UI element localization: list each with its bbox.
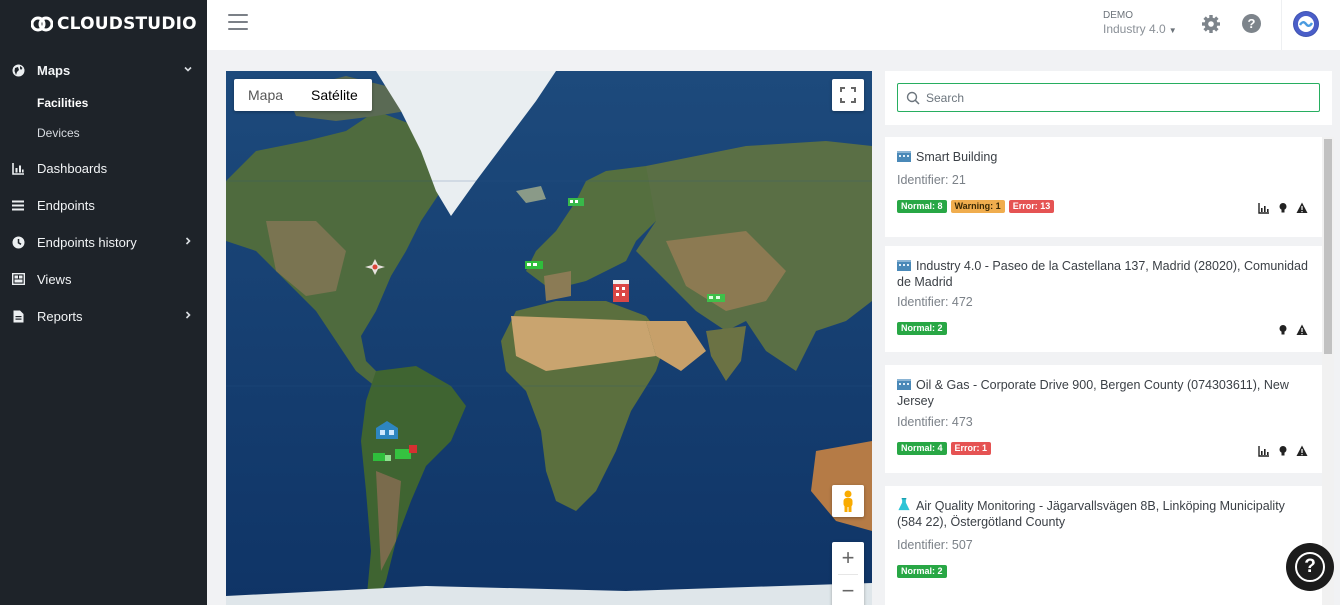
facility-identifier: Identifier: 472 — [897, 295, 973, 309]
pegman-icon — [843, 490, 853, 512]
map-view[interactable]: Mapa Satélite + − — [226, 71, 872, 605]
sidebar-item-maps[interactable]: Maps — [0, 52, 207, 88]
support-help-button[interactable]: ? — [1286, 543, 1334, 591]
gear-icon[interactable] — [1201, 14, 1221, 34]
satellite-map-image — [226, 71, 872, 605]
search-placeholder: Search — [926, 90, 965, 105]
facility-marker-south-america-lab[interactable] — [376, 421, 398, 439]
flask-icon — [898, 498, 910, 511]
org-label: DEMO — [1103, 10, 1133, 21]
zoom-control: + − — [832, 542, 864, 605]
sidebar-item-endpoints[interactable]: Endpoints — [0, 187, 207, 223]
facility-title: Smart Building — [916, 150, 998, 164]
status-badge-normal: Normal: 2 — [897, 565, 947, 578]
facility-title: Air Quality Monitoring - Jägarvallsvägen… — [897, 499, 1285, 529]
scrollbar-thumb[interactable] — [1324, 139, 1332, 354]
sidebar-item-label: Endpoints — [37, 197, 95, 213]
facility-marker-air-quality[interactable] — [568, 196, 584, 208]
file-icon — [11, 309, 25, 323]
facility-card[interactable]: Industry 4.0 - Paseo de la Castellana 13… — [885, 246, 1322, 352]
facility-list-scrollbar[interactable] — [1322, 137, 1334, 605]
sidebar-subitem-facilities[interactable]: Facilities — [0, 88, 207, 118]
question-icon: ? — [1295, 552, 1325, 582]
sidebar-item-views[interactable]: Views — [0, 261, 207, 297]
facility-identifier: Identifier: 473 — [897, 415, 973, 429]
help-icon[interactable]: ? — [1242, 14, 1261, 33]
map-type-control: Mapa Satélite — [234, 79, 372, 111]
hamburger-menu-icon[interactable] — [228, 14, 248, 32]
building-icon — [897, 260, 911, 271]
top-bar: DEMO Industry 4.0 ▼ ? — [207, 0, 1340, 50]
brand-name: CLOUDSTUDIO — [57, 14, 197, 34]
chart-icon — [11, 161, 25, 175]
sidebar-subitem-devices[interactable]: Devices — [0, 118, 207, 148]
zoom-in-button[interactable]: + — [832, 542, 864, 574]
facility-identifier: Identifier: 507 — [897, 538, 973, 552]
sidebar: CLOUDSTUDIO Maps Facilities Devices Dash… — [0, 0, 207, 605]
alert-icon[interactable] — [1296, 445, 1308, 457]
search-icon — [906, 91, 920, 105]
status-badge-error: Error: 13 — [1008, 200, 1055, 213]
search-input[interactable]: Search — [897, 83, 1320, 112]
fullscreen-button[interactable] — [832, 79, 864, 111]
status-badge-normal: Normal: 2 — [897, 322, 947, 335]
globe-icon — [11, 63, 25, 77]
org-name: Industry 4.0 — [1103, 22, 1166, 36]
caret-down-icon: ▼ — [1168, 26, 1177, 35]
fullscreen-icon — [840, 87, 856, 103]
chart-icon[interactable] — [1258, 202, 1270, 214]
sidebar-item-label: Dashboards — [37, 160, 108, 176]
status-badge-normal: Normal: 8 — [897, 200, 947, 213]
chart-icon[interactable] — [1258, 445, 1270, 457]
facility-marker-oil-gas[interactable] — [365, 259, 385, 275]
facility-card[interactable]: Oil & Gas - Corporate Drive 900, Bergen … — [885, 365, 1322, 473]
building-icon — [897, 379, 911, 390]
lightbulb-icon[interactable] — [1277, 202, 1289, 214]
organization-selector[interactable]: DEMO Industry 4.0 ▼ — [1103, 10, 1177, 36]
search-panel: Search — [885, 71, 1332, 125]
building-icon — [897, 151, 911, 162]
facility-title: Oil & Gas - Corporate Drive 900, Bergen … — [897, 378, 1289, 408]
facility-card[interactable]: Air Quality Monitoring - Jägarvallsvägen… — [885, 486, 1322, 605]
sidebar-item-dashboards[interactable]: Dashboards — [0, 150, 207, 186]
facility-title: Industry 4.0 - Paseo de la Castellana 13… — [897, 259, 1308, 289]
facility-list: Smart Building Identifier: 21 Normal: 8 … — [885, 137, 1322, 605]
brand-logo[interactable]: CLOUDSTUDIO — [0, 0, 207, 48]
chevron-down-icon — [183, 64, 193, 77]
facility-card[interactable]: Smart Building Identifier: 21 Normal: 8 … — [885, 137, 1322, 237]
user-area — [1281, 0, 1340, 50]
facility-marker-industry-madrid[interactable] — [525, 259, 543, 271]
views-icon — [11, 272, 25, 286]
list-icon — [11, 198, 25, 212]
lightbulb-icon[interactable] — [1277, 445, 1289, 457]
lightbulb-icon[interactable] — [1277, 324, 1289, 336]
cloudstudio-logo-icon — [31, 16, 53, 32]
map-type-map-button[interactable]: Mapa — [234, 79, 297, 111]
status-badge-warning: Warning: 1 — [950, 200, 1005, 213]
clock-icon — [11, 235, 25, 249]
map-type-satellite-button[interactable]: Satélite — [297, 79, 372, 111]
facility-marker-smart-building[interactable] — [611, 278, 631, 304]
street-view-pegman-button[interactable] — [832, 485, 864, 517]
facility-marker-south-america-cluster[interactable] — [371, 443, 421, 467]
alert-icon[interactable] — [1296, 202, 1308, 214]
user-avatar[interactable] — [1293, 11, 1319, 37]
status-badge-normal: Normal: 4 — [897, 442, 947, 455]
sidebar-item-label: Views — [37, 271, 72, 287]
zoom-out-button[interactable]: − — [832, 575, 864, 605]
sidebar-item-label: Endpoints history — [37, 234, 137, 250]
sidebar-item-label: Maps — [37, 62, 71, 78]
chevron-right-icon — [183, 236, 193, 249]
sidebar-item-reports[interactable]: Reports — [0, 298, 207, 334]
chevron-right-icon — [183, 310, 193, 323]
facility-identifier: Identifier: 21 — [897, 173, 966, 187]
sidebar-item-label: Reports — [37, 308, 83, 324]
facility-marker-asia[interactable] — [707, 291, 725, 305]
sidebar-item-endpoints-history[interactable]: Endpoints history — [0, 224, 207, 260]
status-badge-error: Error: 1 — [950, 442, 992, 455]
alert-icon[interactable] — [1296, 324, 1308, 336]
